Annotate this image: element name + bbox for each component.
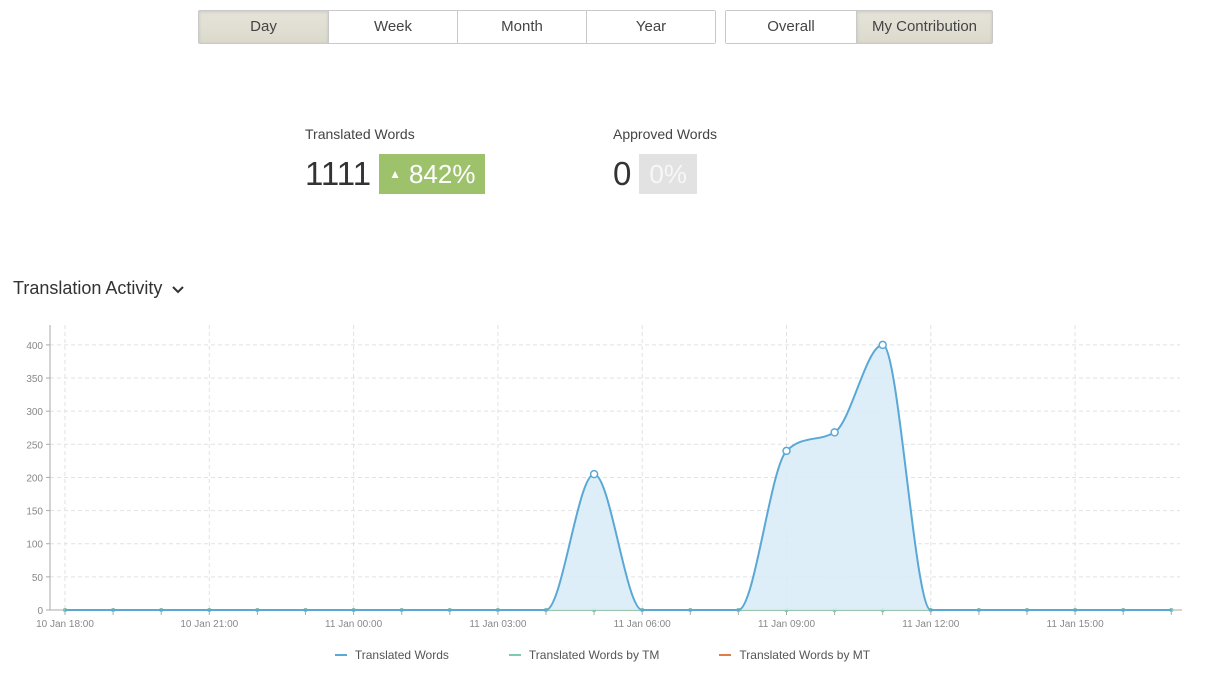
legend-swatch xyxy=(334,654,347,656)
y-tick-label: 0 xyxy=(37,606,43,617)
legend-translated-words-tm[interactable]: Translated Words by TM xyxy=(508,648,660,662)
tab-my-contribution[interactable]: My Contribution xyxy=(856,11,992,43)
data-point xyxy=(782,446,791,456)
translated-words-value: 1111 xyxy=(305,155,372,192)
y-tick-label: 200 xyxy=(26,473,43,484)
translated-change-text: 842% xyxy=(408,159,476,189)
x-tick-label: 10 Jan 18:00 xyxy=(36,619,94,630)
approved-change-text: 0% xyxy=(649,159,687,189)
chevron-down-icon xyxy=(172,278,185,299)
legend-translated-words[interactable]: Translated Words xyxy=(334,648,449,662)
legend-translated-words-mt[interactable]: Translated Words by MT xyxy=(719,648,870,662)
translation-activity-dropdown[interactable]: Translation Activity xyxy=(13,278,185,299)
y-tick-label: 150 xyxy=(26,507,43,518)
translated-words-label: Translated Words xyxy=(305,126,415,142)
tab-year[interactable]: Year xyxy=(586,11,715,43)
y-tick-label: 50 xyxy=(32,573,44,584)
translation-activity-chart: 0 50 100 150 200 250 300 350 400 10 Jan 18:00 10 J… xyxy=(26,325,1182,630)
approved-change-badge: 0% xyxy=(639,154,697,194)
legend-label: Translated Words by MT xyxy=(739,648,871,662)
x-tick-label: 11 Jan 09:00 xyxy=(758,619,816,630)
data-point xyxy=(878,340,887,350)
approved-words-label: Approved Words xyxy=(613,126,718,142)
chart-legend: Translated Words Translated Words by TM … xyxy=(0,648,1205,662)
data-point xyxy=(830,428,839,437)
period-selector: Day Week Month Year xyxy=(198,10,716,44)
tab-day[interactable]: Day xyxy=(199,11,328,43)
y-tick-label: 250 xyxy=(26,440,43,451)
x-tick-label: 11 Jan 03:00 xyxy=(469,619,527,630)
translated-change-badge: ▲ 842% xyxy=(379,154,486,194)
section-title: Translation Activity xyxy=(13,278,163,298)
translated-words-stat: Translated Words 1111 ▲ 842% xyxy=(305,126,486,194)
x-tick-label: 10 Jan 21:00 xyxy=(180,619,238,630)
x-tick-label: 11 Jan 00:00 xyxy=(325,619,383,630)
x-tick-label: 11 Jan 06:00 xyxy=(614,619,672,630)
tab-overall[interactable]: Overall xyxy=(726,11,856,43)
x-tick-label: 11 Jan 12:00 xyxy=(902,619,960,630)
data-point xyxy=(589,469,599,479)
legend-label: Translated Words by TM xyxy=(528,648,660,662)
legend-swatch xyxy=(719,654,732,656)
arrow-up-icon: ▲ xyxy=(389,167,401,181)
y-tick-label: 300 xyxy=(26,407,43,418)
tab-week[interactable]: Week xyxy=(328,11,457,43)
approved-words-value: 0 xyxy=(613,155,632,192)
legend-label: Translated Words xyxy=(354,648,449,662)
approved-words-stat: Approved Words 0 0% xyxy=(613,126,717,194)
tab-month[interactable]: Month xyxy=(457,11,586,43)
y-tick-label: 350 xyxy=(26,374,43,385)
y-tick-label: 100 xyxy=(26,540,43,551)
y-tick-label: 400 xyxy=(26,341,43,352)
scope-selector: Overall My Contribution xyxy=(725,10,993,44)
x-tick-label: 11 Jan 15:00 xyxy=(1047,619,1105,630)
legend-swatch xyxy=(508,654,521,656)
